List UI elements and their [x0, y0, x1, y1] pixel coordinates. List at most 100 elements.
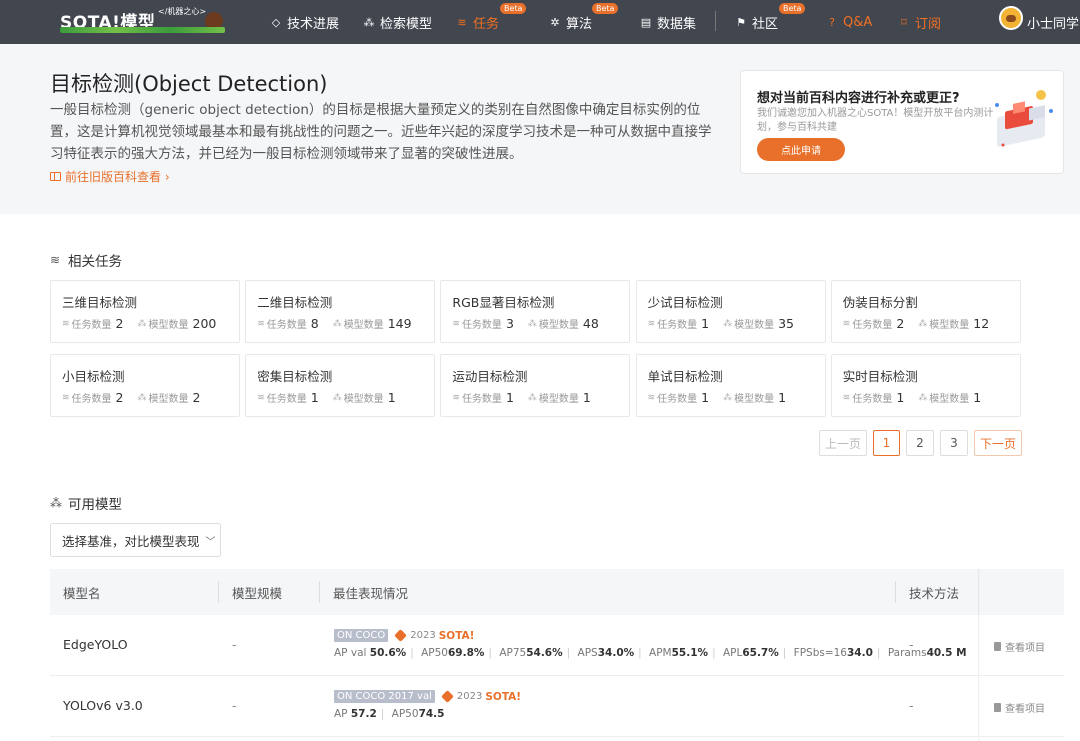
task-count: 1 — [701, 390, 710, 405]
nav-qa[interactable]: ? Q&A — [826, 0, 872, 44]
task-card[interactable]: 伪装目标分割 ≋ 任务数量 2 ⁂ 模型数量 12 — [830, 280, 1021, 343]
model-count: 2 — [192, 390, 201, 405]
database-icon: ▤ — [640, 15, 652, 29]
task-card[interactable]: 少试目标检测 ≋ 任务数量 1 ⁂ 模型数量 35 — [635, 280, 826, 343]
layers-icon: ≋ — [62, 318, 70, 329]
qa-icon: ? — [829, 15, 835, 29]
model-count: 1 — [387, 390, 396, 405]
performance-header: ON COCO 2017 val 2023 SOTA! — [334, 690, 521, 703]
model-name[interactable]: EdgeYOLO — [63, 637, 128, 652]
nav-tasks[interactable]: ≋ 任务 — [456, 0, 499, 44]
view-project-link[interactable]: 查看项目 — [994, 639, 1045, 654]
available-models-heading: ⁂ 可用模型 — [50, 493, 122, 513]
model-count: 48 — [582, 316, 599, 331]
nav-label: 技术进展 — [287, 16, 340, 32]
task-card[interactable]: 单试目标检测 ≋ 任务数量 1 ⁂ 模型数量 1 — [635, 354, 826, 417]
flag-icon: ⚑ — [736, 15, 746, 29]
related-tasks-heading: ≋ 相关任务 — [50, 250, 122, 270]
metric-sep: | — [638, 647, 642, 659]
task-name: 少试目标检测 — [647, 295, 723, 310]
nodes-icon: ⁂ — [50, 496, 62, 510]
user-avatar[interactable] — [999, 6, 1023, 30]
nav-algorithms[interactable]: ✲ 算法 — [549, 0, 592, 44]
task-card[interactable]: 运动目标检测 ≋ 任务数量 1 ⁂ 模型数量 1 — [440, 354, 631, 417]
page-button-3[interactable]: 3 — [940, 430, 968, 456]
col-divider — [319, 581, 320, 603]
nav-subscribe[interactable]: ⌑ 订阅 — [898, 0, 941, 44]
task-meta: ≋ 任务数量 1 ⁂ 模型数量 35 — [648, 316, 808, 331]
beta-badge: Beta — [779, 3, 806, 14]
task-card[interactable]: 小目标检测 ≋ 任务数量 2 ⁂ 模型数量 2 — [50, 354, 240, 417]
bookmark-icon: ⌑ — [901, 15, 907, 29]
view-project-label: 查看项目 — [1005, 643, 1045, 654]
legacy-wiki-link[interactable]: 前往旧版百科查看 › — [50, 168, 170, 185]
model-count-label: 模型数量 — [343, 320, 384, 331]
nav-label: Q&A — [843, 14, 873, 30]
nodes-icon: ⁂ — [723, 392, 733, 403]
layers-icon: ≋ — [842, 318, 851, 329]
promo-title: 想对当前百科内容进行补充或更正? — [757, 91, 960, 106]
layers-icon: ≋ — [647, 392, 656, 403]
prev-page-button[interactable]: 上一页 — [819, 430, 867, 456]
nodes-icon: ⁂ — [332, 392, 342, 403]
task-count-label: 任务数量 — [657, 320, 698, 331]
next-page-button[interactable]: 下一页 — [974, 430, 1022, 456]
page-button-1[interactable]: 1 — [873, 430, 900, 456]
metric-value: 40.5 M — [926, 647, 967, 659]
site-logo[interactable]: SOTA!模型 </机器之心> — [60, 6, 225, 34]
metric-value: 50.6% — [369, 647, 407, 659]
sota-icon — [441, 690, 454, 703]
nodes-icon: ⁂ — [527, 318, 537, 329]
tech-method: - — [909, 637, 914, 652]
section-label: 相关任务 — [68, 254, 122, 270]
task-card[interactable]: 实时目标检测 ≋ 任务数量 1 ⁂ 模型数量 1 — [830, 354, 1021, 417]
benchmark-select[interactable]: 选择基准，对比模型表现 ﹀ — [50, 523, 221, 557]
task-card[interactable]: 密集目标检测 ≋ 任务数量 1 ⁂ 模型数量 1 — [245, 354, 436, 417]
task-name: 单试目标检测 — [647, 369, 723, 384]
task-card[interactable]: 三维目标检测 ≋ 任务数量 2 ⁂ 模型数量 200 — [50, 280, 240, 343]
nav-label: 数据集 — [657, 16, 697, 32]
task-card[interactable]: RGB显著目标检测 ≋ 任务数量 3 ⁂ 模型数量 48 — [440, 280, 631, 343]
task-name: 三维目标检测 — [62, 295, 138, 310]
metric-key: APS — [577, 647, 598, 659]
dataset-tag[interactable]: ON COCO — [334, 629, 389, 642]
user-name[interactable]: 小士同学 — [1027, 0, 1079, 44]
task-count-label: 任务数量 — [266, 320, 307, 331]
sota-label: SOTA! — [485, 690, 522, 703]
document-icon — [994, 642, 1001, 651]
view-project-link[interactable]: 查看项目 — [994, 700, 1045, 715]
metric-key: FPSbs=16 — [793, 647, 847, 659]
task-count-label: 任务数量 — [852, 394, 893, 405]
metric-value: 34.0% — [597, 647, 635, 659]
beta-badge: Beta — [592, 3, 619, 14]
nav-label: 社区 — [752, 16, 779, 32]
nav-datasets[interactable]: ▤ 数据集 — [640, 0, 696, 44]
col-model-name: 模型名 — [63, 585, 101, 601]
model-name[interactable]: YOLOv6 v3.0 — [63, 698, 143, 713]
metric-sep: | — [876, 647, 881, 659]
nav-tech-progress[interactable]: ◇ 技术进展 — [270, 0, 339, 44]
task-count: 1 — [505, 390, 514, 405]
task-meta: ≋ 任务数量 1 ⁂ 模型数量 1 — [452, 390, 604, 405]
layers-icon: ≋ — [257, 392, 265, 403]
metric-sep: | — [488, 647, 492, 659]
sota-year: 2023 — [410, 630, 436, 641]
task-meta: ≋ 任务数量 8 ⁂ 模型数量 149 — [257, 316, 425, 331]
task-name: 二维目标检测 — [257, 295, 333, 310]
model-count-label: 模型数量 — [148, 394, 189, 405]
nodes-icon: ⁂ — [137, 392, 147, 403]
apply-button[interactable]: 点此申请 — [757, 138, 845, 161]
page-button-2[interactable]: 2 — [906, 430, 934, 456]
dataset-tag[interactable]: ON COCO 2017 val — [334, 690, 435, 703]
nav-search-models[interactable]: ⁂ 检索模型 — [363, 0, 433, 44]
model-count: 1 — [973, 390, 982, 405]
nav-community[interactable]: ⚑ 社区 — [735, 0, 778, 44]
top-nav: SOTA!模型 </机器之心> ◇ 技术进展 ⁂ 检索模型 ≋ 任务 Beta … — [0, 0, 1080, 44]
sota-year: 2023 — [456, 691, 483, 702]
task-meta: ≋ 任务数量 1 ⁂ 模型数量 1 — [257, 390, 409, 405]
nodes-icon: ⁂ — [918, 318, 928, 329]
diamond-icon: ◇ — [271, 15, 281, 29]
nodes-icon: ⁂ — [137, 318, 147, 329]
task-card[interactable]: 二维目标检测 ≋ 任务数量 8 ⁂ 模型数量 149 — [245, 280, 436, 343]
task-name: 密集目标检测 — [257, 369, 333, 384]
